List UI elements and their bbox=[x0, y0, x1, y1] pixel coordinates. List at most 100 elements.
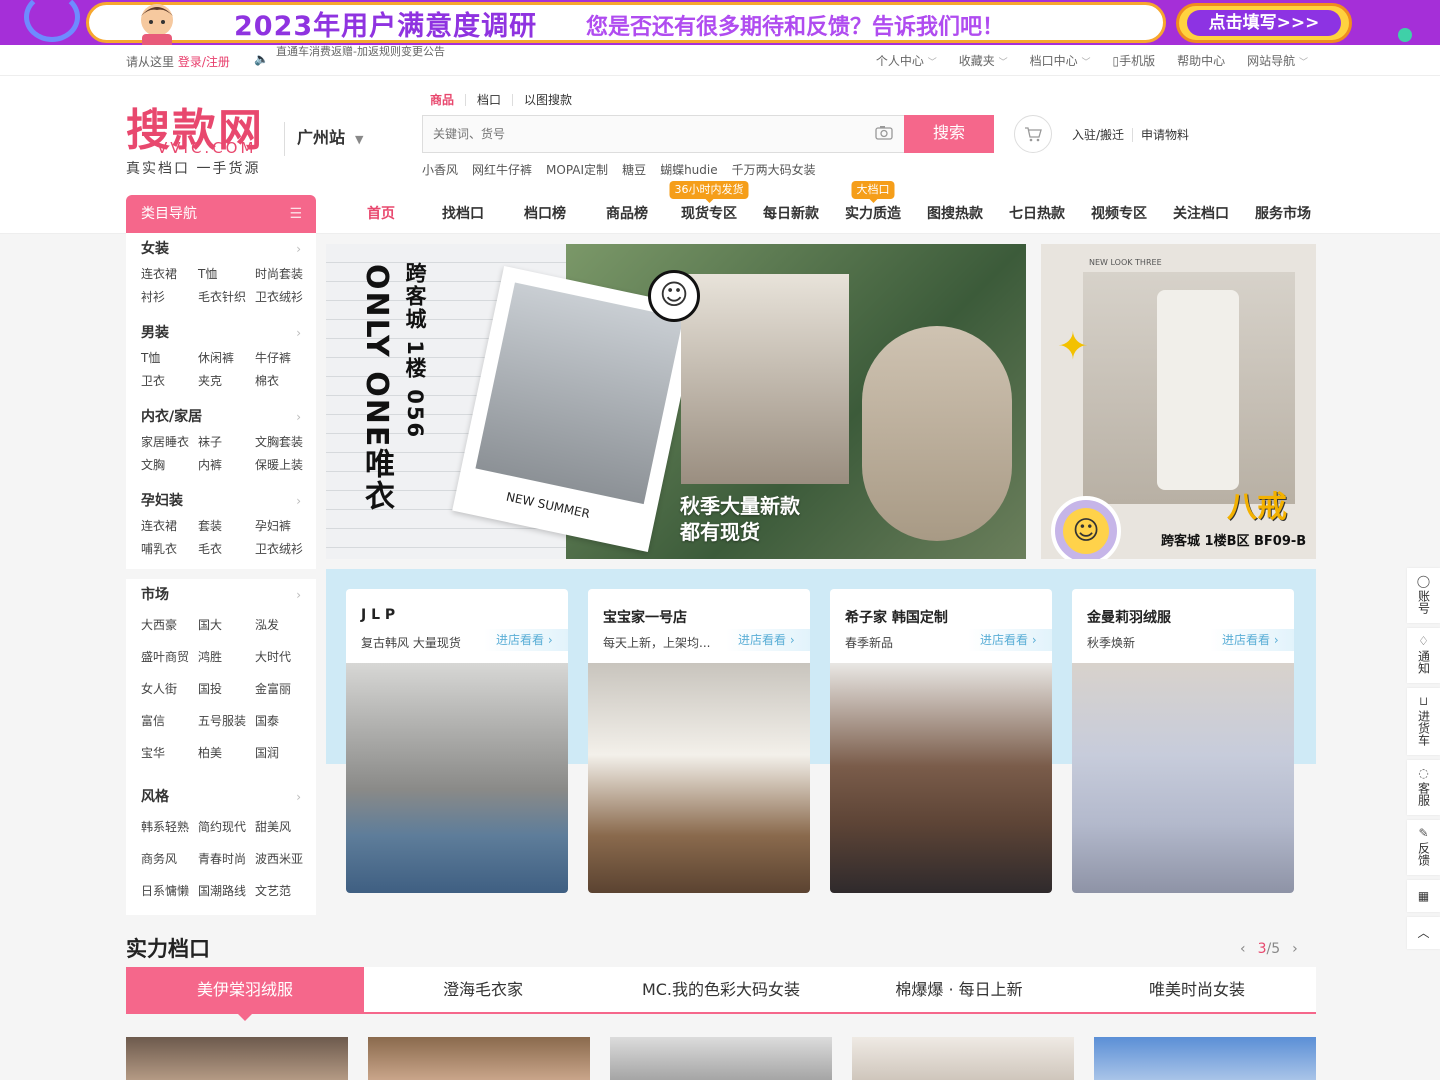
product-thumbnail[interactable] bbox=[852, 1037, 1074, 1080]
hot-word[interactable]: 小香风 bbox=[422, 161, 458, 178]
customer-service-button[interactable]: ◌ 客服 bbox=[1407, 760, 1440, 815]
nav-daily-new[interactable]: 每日新款 bbox=[750, 195, 832, 233]
stall-tab[interactable]: MC.我的色彩大码女装 bbox=[602, 967, 840, 1012]
style-link[interactable]: 波西米亚 bbox=[255, 843, 312, 875]
back-to-top-button[interactable]: ︿ bbox=[1407, 917, 1440, 949]
product-thumbnail[interactable] bbox=[1094, 1037, 1316, 1080]
category-link[interactable]: 休闲裤 bbox=[198, 347, 255, 370]
market-link[interactable]: 金富丽 bbox=[255, 673, 312, 705]
enter-shop-link[interactable]: 进店看看 › bbox=[1210, 629, 1294, 651]
market-link[interactable]: 盛叶商贸 bbox=[141, 641, 198, 673]
market-link[interactable]: 宝华 bbox=[141, 737, 198, 769]
nav-follow[interactable]: 关注档口 bbox=[1160, 195, 1242, 233]
stall-tab[interactable]: 澄海毛衣家 bbox=[364, 967, 602, 1012]
category-link[interactable]: 孕妇裤 bbox=[255, 515, 312, 538]
enter-shop-link[interactable]: 进店看看 › bbox=[726, 629, 810, 651]
shop-card[interactable]: 希子家 韩国定制 春季新品 进店看看 › bbox=[830, 589, 1052, 893]
style-link[interactable]: 日系慵懒 bbox=[141, 875, 198, 907]
hot-word[interactable]: 糖豆 bbox=[622, 161, 646, 178]
stall-center-link[interactable]: 档口中心 ﹀ bbox=[1030, 52, 1091, 69]
city-selector[interactable]: 广州站 ▼ bbox=[284, 122, 363, 156]
category-link[interactable]: 文胸 bbox=[141, 454, 198, 477]
market-link[interactable]: 鸿胜 bbox=[198, 641, 255, 673]
category-link[interactable]: 连衣裙 bbox=[141, 515, 198, 538]
nav-in-stock[interactable]: 36小时内发货 现货专区 bbox=[668, 181, 750, 233]
apply-materials-link[interactable]: 申请物料 bbox=[1133, 128, 1197, 142]
category-link[interactable]: 卫衣绒衫 bbox=[255, 538, 312, 561]
category-link[interactable]: 牛仔裤 bbox=[255, 347, 312, 370]
product-thumbnail[interactable] bbox=[610, 1037, 832, 1080]
category-link[interactable]: 哺乳衣 bbox=[141, 538, 198, 561]
category-link[interactable]: 卫衣 bbox=[141, 370, 198, 393]
camera-icon[interactable] bbox=[875, 125, 893, 144]
chevron-right-icon[interactable]: › bbox=[1292, 941, 1298, 957]
market-link[interactable]: 大时代 bbox=[255, 641, 312, 673]
category-title[interactable]: 男装 › bbox=[141, 323, 301, 343]
category-link[interactable]: 文胸套装 bbox=[255, 431, 312, 454]
search-tab-image[interactable]: 以图搜款 bbox=[513, 94, 583, 106]
category-link[interactable]: 夹克 bbox=[198, 370, 255, 393]
nav-service[interactable]: 服务市场 bbox=[1242, 195, 1324, 233]
style-link[interactable]: 国潮路线 bbox=[198, 875, 255, 907]
category-link[interactable]: 卫衣绒衫 bbox=[255, 286, 312, 309]
chevron-left-icon[interactable]: ‹ bbox=[1240, 941, 1246, 957]
category-link[interactable]: 袜子 bbox=[198, 431, 255, 454]
login-register-link[interactable]: 登录/注册 bbox=[178, 55, 230, 69]
style-title[interactable]: 风格 › bbox=[141, 787, 301, 807]
category-title[interactable]: 女装 › bbox=[141, 239, 301, 259]
personal-center-link[interactable]: 个人中心 ﹀ bbox=[876, 52, 937, 69]
nav-goods-rank[interactable]: 商品榜 bbox=[586, 195, 668, 233]
enter-shop-link[interactable]: 进店看看 › bbox=[484, 629, 568, 651]
market-link[interactable]: 富信 bbox=[141, 705, 198, 737]
market-link[interactable]: 柏美 bbox=[198, 737, 255, 769]
market-link[interactable]: 泓发 bbox=[255, 609, 312, 641]
market-link[interactable]: 国泰 bbox=[255, 705, 312, 737]
enter-shop-link[interactable]: 进店看看 › bbox=[968, 629, 1052, 651]
market-link[interactable]: 国大 bbox=[198, 609, 255, 641]
qrcode-button[interactable]: ▦ bbox=[1407, 880, 1440, 912]
product-thumbnail[interactable] bbox=[368, 1037, 590, 1080]
nav-image-hot[interactable]: 图搜热款 bbox=[914, 195, 996, 233]
category-link[interactable]: T恤 bbox=[141, 347, 198, 370]
hot-word[interactable]: 千万两大码女装 bbox=[732, 161, 816, 178]
style-link[interactable]: 文艺范 bbox=[255, 875, 312, 907]
nav-strength[interactable]: 大档口 实力质造 bbox=[832, 181, 914, 233]
help-center-link[interactable]: 帮助中心 bbox=[1177, 52, 1225, 69]
category-nav-header[interactable]: 类目导航 ☰ bbox=[126, 195, 316, 233]
category-link[interactable]: T恤 bbox=[198, 263, 255, 286]
style-link[interactable]: 青春时尚 bbox=[198, 843, 255, 875]
mobile-link[interactable]: ▯手机版 bbox=[1113, 52, 1156, 69]
category-title[interactable]: 孕妇装 › bbox=[141, 491, 301, 511]
shop-card[interactable]: 宝宝家一号店 每天上新，上架均... 进店看看 › bbox=[588, 589, 810, 893]
purchase-cart-button[interactable]: ⊔ 进货车 bbox=[1407, 688, 1440, 755]
market-link[interactable]: 国润 bbox=[255, 737, 312, 769]
category-link[interactable]: 棉衣 bbox=[255, 370, 312, 393]
category-link[interactable]: 时尚套装 bbox=[255, 263, 312, 286]
stall-tab[interactable]: 美伊棠羽绒服 bbox=[126, 967, 364, 1021]
cart-button[interactable] bbox=[1014, 115, 1052, 153]
style-link[interactable]: 简约现代 bbox=[198, 811, 255, 843]
market-link[interactable]: 女人街 bbox=[141, 673, 198, 705]
nav-weekly-hot[interactable]: 七日热款 bbox=[996, 195, 1078, 233]
style-link[interactable]: 甜美风 bbox=[255, 811, 312, 843]
market-link[interactable]: 国投 bbox=[198, 673, 255, 705]
stall-tab[interactable]: 棉爆爆 · 每日上新 bbox=[840, 967, 1078, 1012]
main-banner[interactable]: ONLY ONE唯衣 跨客城 1楼 056 NEW SUMMER ☺ 秋季大量新… bbox=[326, 244, 1026, 559]
market-link[interactable]: 五号服装 bbox=[198, 705, 255, 737]
shop-card[interactable]: 金曼莉羽绒服 秋季焕新 进店看看 › bbox=[1072, 589, 1294, 893]
category-link[interactable]: 家居睡衣 bbox=[141, 431, 198, 454]
search-tab-stall[interactable]: 档口 bbox=[466, 94, 514, 106]
product-thumbnail[interactable] bbox=[126, 1037, 348, 1080]
category-link[interactable]: 衬衫 bbox=[141, 286, 198, 309]
category-link[interactable]: 内裤 bbox=[198, 454, 255, 477]
shop-card[interactable]: J L P 复古韩风 大量现货 进店看看 › bbox=[346, 589, 568, 893]
search-input[interactable] bbox=[423, 116, 863, 152]
join-relocate-link[interactable]: 入驻/搬迁 bbox=[1072, 128, 1134, 142]
category-link[interactable]: 保暖上装 bbox=[255, 454, 312, 477]
side-banner[interactable]: NEW LOOK THREE ✦ ☺ 八戒 跨客城 1楼B区 BF09-B bbox=[1041, 244, 1316, 559]
fill-survey-button[interactable]: 点击填写>>> bbox=[1176, 3, 1352, 43]
feedback-button[interactable]: ✎ 反馈 bbox=[1407, 820, 1440, 875]
notice-link[interactable]: 直通车消费返赠-加返规则变更公告 bbox=[276, 43, 445, 59]
market-link[interactable]: 大西豪 bbox=[141, 609, 198, 641]
category-link[interactable]: 毛衣 bbox=[198, 538, 255, 561]
